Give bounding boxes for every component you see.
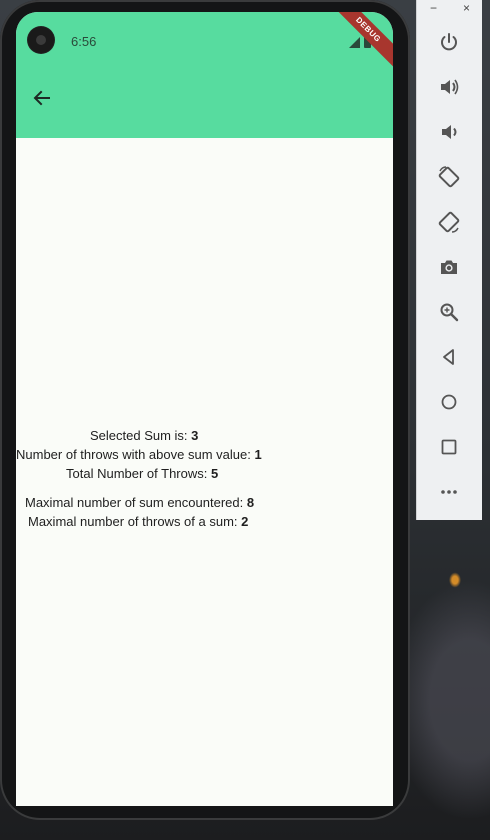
app-screen: 6:56 DEBUG Selected Sum is: 3 Number of …: [16, 12, 393, 806]
selected-sum-label: Selected Sum is:: [90, 428, 192, 443]
emulator-toolbar: − ×: [416, 0, 482, 520]
throws-with-sum-value: 1: [254, 447, 262, 462]
arrow-left-icon: [33, 90, 50, 106]
rotate-left-icon: [438, 166, 460, 188]
more-icon: [441, 490, 457, 494]
overview-icon: [441, 439, 457, 455]
back-button[interactable]: [28, 84, 56, 112]
phone-frame: 6:56 DEBUG Selected Sum is: 3 Number of …: [0, 0, 410, 820]
power-icon: [441, 33, 457, 51]
max-throws-value: 2: [241, 514, 249, 529]
max-sum-line: Maximal number of sum encountered: 8: [25, 495, 254, 510]
close-button[interactable]: ×: [463, 1, 470, 15]
total-throws-value: 5: [210, 466, 219, 481]
more-options-button[interactable]: [434, 477, 464, 507]
rotate-left-button[interactable]: [434, 162, 464, 192]
volume-up-button[interactable]: [434, 72, 464, 102]
power-button[interactable]: [434, 27, 464, 57]
rotate-right-button[interactable]: [434, 207, 464, 237]
volume-down-button[interactable]: [434, 117, 464, 147]
selected-sum-value: 3: [191, 428, 199, 443]
rotate-right-icon: [438, 211, 460, 233]
max-sum-value: 8: [246, 495, 255, 510]
max-sum-label: Maximal number of sum encountered:: [25, 495, 247, 510]
throws-with-sum-line: Number of throws with above sum value: 1: [16, 447, 262, 462]
max-throws-label: Maximal number of throws of a sum:: [28, 514, 242, 529]
camera-icon: [441, 260, 457, 274]
screenshot-button[interactable]: [434, 252, 464, 282]
nav-home-button[interactable]: [434, 387, 464, 417]
zoom-icon: [440, 303, 459, 322]
app-bar: 6:56 DEBUG: [16, 12, 393, 138]
zoom-button[interactable]: [434, 297, 464, 327]
volume-up-icon: [441, 79, 459, 95]
nav-back-button[interactable]: [434, 342, 464, 372]
minimize-button[interactable]: −: [430, 1, 437, 15]
signal-icon: [349, 37, 360, 48]
nav-overview-button[interactable]: [434, 432, 464, 462]
back-icon: [443, 349, 454, 365]
status-time: 6:56: [71, 34, 97, 49]
total-throws-line: Total Number of Throws: 5: [66, 466, 218, 481]
home-icon: [441, 394, 457, 410]
emulator-window-controls: − ×: [417, 0, 483, 16]
throws-with-sum-label: Number of throws with above sum value:: [16, 447, 255, 462]
total-throws-label: Total Number of Throws:: [66, 466, 211, 481]
volume-down-icon: [442, 125, 457, 139]
camera-cutout-icon: [28, 27, 54, 53]
selected-sum-line: Selected Sum is: 3: [90, 428, 198, 443]
max-throws-line: Maximal number of throws of a sum: 2: [28, 514, 248, 529]
